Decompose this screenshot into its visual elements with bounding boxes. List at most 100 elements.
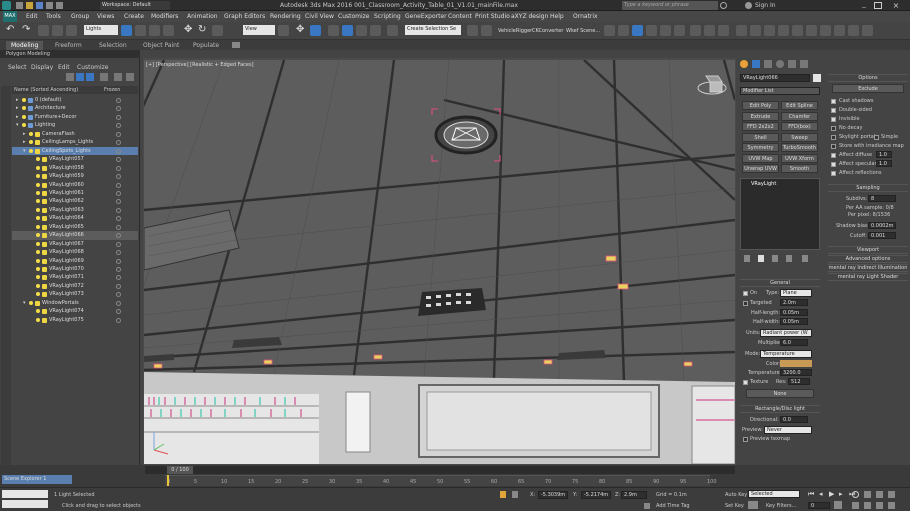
modifier-list-dropdown[interactable]: Modifier List: [740, 87, 820, 95]
option-checkbox-skylight-portal[interactable]: [831, 135, 836, 140]
menu-graph-editors[interactable]: Graph Editors: [224, 13, 265, 20]
modifier-button-uvw-xform[interactable]: UVW Xform: [781, 153, 818, 163]
current-frame-marker[interactable]: [167, 475, 169, 486]
object-color-swatch[interactable]: [813, 74, 821, 82]
frozen-toggle-icon[interactable]: [116, 224, 121, 230]
visibility-icon[interactable]: [36, 275, 40, 280]
visibility-icon[interactable]: [36, 250, 40, 255]
angle-snap-icon[interactable]: [342, 25, 353, 36]
frozen-toggle-icon[interactable]: [116, 216, 121, 222]
visibility-icon[interactable]: [36, 233, 40, 238]
vehicle-rigger-label[interactable]: VehicleRigger: [498, 28, 532, 34]
expand-arrow-icon[interactable]: ▸: [16, 104, 19, 112]
modifier-button-extrude[interactable]: Extrude: [742, 111, 779, 121]
play-icon[interactable]: ▶: [829, 490, 834, 498]
texture-none-button[interactable]: None: [746, 389, 814, 398]
frozen-toggle-icon[interactable]: [116, 165, 121, 171]
explorer-row[interactable]: VRayLight058: [12, 164, 138, 172]
snaps-toggle-icon[interactable]: [328, 25, 339, 36]
preview-texmap-checkbox[interactable]: [743, 437, 748, 442]
mirror-icon[interactable]: [467, 25, 478, 36]
zoom-icon[interactable]: [852, 491, 859, 498]
general-rollout-title[interactable]: General: [740, 279, 820, 287]
window-crossing-icon[interactable]: [163, 25, 174, 36]
modify-tab-icon[interactable]: [752, 60, 760, 68]
mode-dropdown[interactable]: Temperature: [760, 350, 812, 358]
explorer-row[interactable]: ▸ CeilingLamps_Lights: [12, 138, 138, 146]
affect-specular-field[interactable]: 1.0: [876, 160, 892, 167]
ribbon-tab-modeling[interactable]: Modeling: [6, 41, 44, 50]
keyboard-shortcut-icon[interactable]: [310, 25, 321, 36]
display-children-icon[interactable]: [76, 73, 84, 81]
scene-explorer-tab[interactable]: Scene Explorer 1: [2, 475, 72, 484]
preview-dropdown[interactable]: Never: [764, 426, 812, 434]
rectangular-selection-icon[interactable]: [149, 25, 160, 36]
unlink-icon[interactable]: [52, 25, 63, 36]
menu-ornatrix[interactable]: Ornatrix: [573, 13, 598, 20]
modifier-button-sweep[interactable]: Sweep: [781, 132, 818, 142]
object-name-field[interactable]: VRayLight066: [740, 74, 810, 82]
menu-content[interactable]: Content: [448, 13, 472, 20]
add-time-tag[interactable]: Add Time Tag: [656, 503, 690, 509]
show-end-result-icon[interactable]: [758, 255, 764, 262]
remove-modifier-icon[interactable]: [786, 255, 792, 262]
quick-access-save-icon[interactable]: [36, 2, 43, 9]
rectangle-disc-rollout-title[interactable]: Rectangle/Disc light: [740, 405, 820, 413]
color-swatch[interactable]: [780, 360, 812, 367]
vray-light-icon[interactable]: [750, 25, 761, 36]
frozen-toggle-icon[interactable]: [116, 174, 121, 180]
zoom-all-icon[interactable]: [864, 491, 871, 498]
explorer-row[interactable]: VRayLight066: [12, 231, 138, 240]
material-editor-icon[interactable]: [674, 25, 685, 36]
auto-key-label[interactable]: Auto Key: [725, 492, 747, 498]
vray-plane-icon[interactable]: [820, 25, 831, 36]
schematic-view-icon[interactable]: [660, 25, 671, 36]
visibility-icon[interactable]: [36, 283, 40, 288]
field-of-view-icon[interactable]: [852, 502, 859, 509]
simple-checkbox[interactable]: [874, 135, 879, 140]
option-checkbox-no-decay[interactable]: [831, 126, 836, 131]
graphite-toolbar-icon[interactable]: [618, 25, 629, 36]
explorer-row[interactable]: VRayLight059: [12, 172, 138, 180]
link-icon[interactable]: [38, 25, 49, 36]
frozen-toggle-icon[interactable]: [116, 258, 121, 264]
frozen-toggle-icon[interactable]: [116, 275, 121, 281]
wkef-scene-label[interactable]: Wkef Scene...: [566, 28, 600, 34]
explorer-row[interactable]: VRayLight069: [12, 257, 138, 265]
ribbon-tab-object-paint[interactable]: Object Paint: [138, 41, 184, 50]
frozen-toggle-icon[interactable]: [116, 233, 121, 239]
menu-scripting[interactable]: Scripting: [374, 13, 401, 20]
lock-selection-icon[interactable]: [500, 491, 506, 498]
maxscript-listener[interactable]: [2, 490, 48, 498]
frozen-toggle-icon[interactable]: [116, 98, 121, 103]
next-frame-icon[interactable]: ▸: [839, 490, 843, 498]
ck-converter-label[interactable]: CKConverter: [532, 28, 563, 34]
explorer-row[interactable]: ▸ Architecture: [12, 104, 138, 112]
modifier-button-uvw-map[interactable]: UVW Map: [742, 153, 779, 163]
frozen-toggle-icon[interactable]: [116, 250, 121, 256]
visibility-icon[interactable]: [36, 224, 40, 229]
motion-tab-icon[interactable]: [776, 60, 784, 68]
visibility-icon[interactable]: [36, 317, 40, 322]
column-name-header[interactable]: Name (Sorted Ascending): [14, 87, 78, 93]
frozen-toggle-icon[interactable]: [116, 283, 121, 289]
frozen-toggle-icon[interactable]: [116, 300, 121, 306]
key-filters-button[interactable]: Key Filters...: [766, 503, 796, 509]
vray-frame-buffer-icon[interactable]: [736, 25, 747, 36]
visibility-icon[interactable]: [36, 258, 40, 263]
render-production-icon[interactable]: [718, 25, 729, 36]
option-checkbox-affect-specular[interactable]: [831, 162, 836, 167]
quick-access-redo-icon[interactable]: [56, 2, 63, 9]
explorer-row[interactable]: VRayLight067: [12, 240, 138, 248]
expand-arrow-icon[interactable]: ▾: [23, 147, 26, 155]
layer-explorer-icon[interactable]: [126, 73, 134, 81]
visibility-icon[interactable]: [36, 309, 40, 314]
viewport-label[interactable]: [+] [Perspective] [Realistic + Edged Fac…: [146, 62, 254, 68]
modifier-button-ffd-2x2x2[interactable]: FFD 2x2x2: [742, 122, 779, 131]
explorer-row[interactable]: ▸ 0 (default): [12, 96, 138, 104]
vray-sphere-icon[interactable]: [834, 25, 845, 36]
options-icon[interactable]: [114, 73, 122, 81]
explorer-row[interactable]: VRayLight070: [12, 265, 138, 273]
affect-diffuse-field[interactable]: 1.0: [876, 151, 892, 158]
ribbon-toggle-icon[interactable]: [232, 42, 240, 48]
